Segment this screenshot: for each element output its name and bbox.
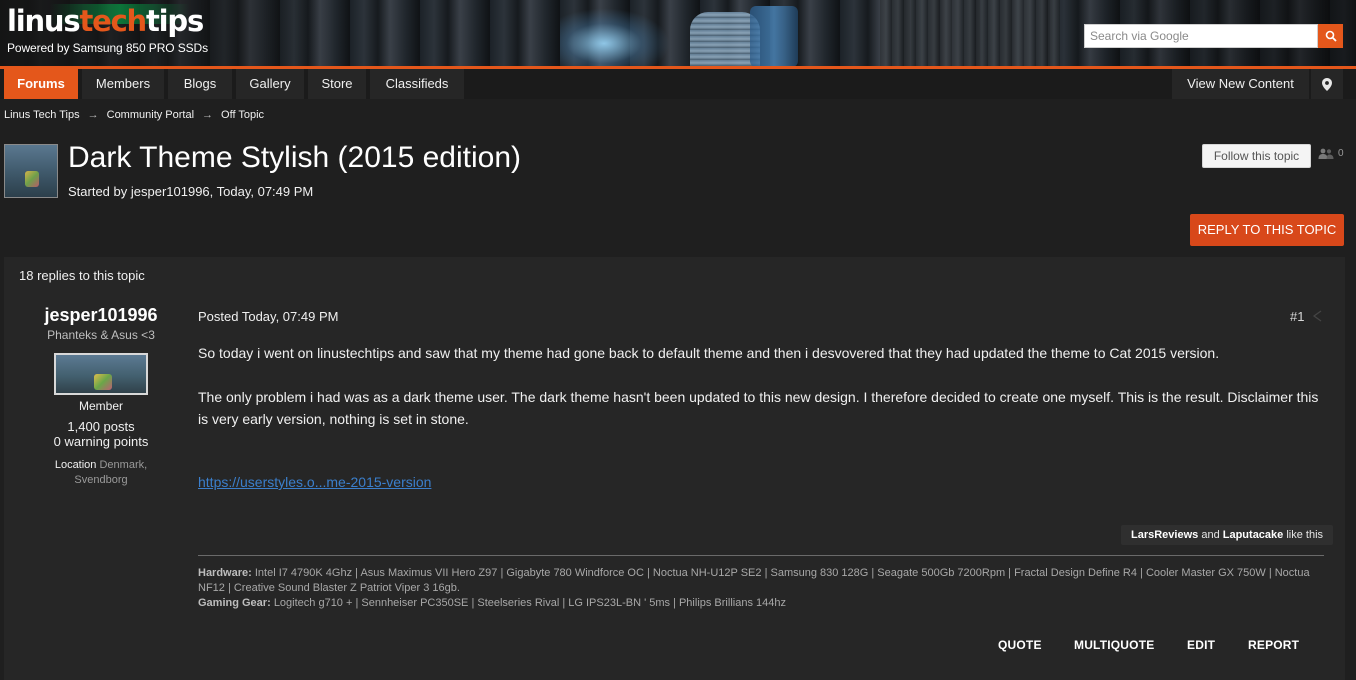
signature: Hardware: Intel I7 4790K 4Ghz | Asus Max… [198,566,1324,611]
liker-link[interactable]: LarsReviews [1131,529,1198,541]
breadcrumb-item[interactable]: Linus Tech Tips [4,109,80,121]
breadcrumb-separator: → [202,109,214,121]
banner-decoration [880,0,1060,67]
logo-text-accent: tech [79,4,147,38]
post-author-title: Phanteks & Asus <3 [47,328,155,342]
site-tagline: Powered by Samsung 850 PRO SSDs [7,41,208,55]
location-label: Location [54,459,97,471]
likes-bar: LarsReviews and Laputacake like this [1121,525,1334,545]
quote-button[interactable]: QUOTE [998,638,1042,652]
reply-to-topic-button[interactable]: REPLY TO THIS TOPIC [1190,214,1344,246]
topic-starter-avatar[interactable] [4,144,58,198]
breadcrumb-separator: → [87,109,99,121]
breadcrumb-item[interactable]: Community Portal [107,109,194,121]
search-button[interactable] [1318,24,1343,48]
banner-decoration [560,8,670,67]
logo-text-1: linus [7,4,81,38]
map-marker-icon [1322,77,1332,91]
search-icon [1325,30,1337,42]
post-number-link[interactable]: #1 [1290,309,1304,324]
post-author-name[interactable]: jesper101996 [4,305,198,326]
post-author-warnings: 0 warning points [53,434,149,449]
share-button[interactable] [1311,309,1323,328]
share-icon [1312,310,1322,322]
site-logo[interactable]: linustechtips [7,4,204,38]
nav-forums[interactable]: Forums [4,69,78,99]
followers-count[interactable]: 0 [1318,148,1344,159]
topic-meta: Started by jesper101996, Today, 07:49 PM [68,184,314,199]
post-paragraph: The only problem i had was as a dark the… [198,389,1319,427]
post-author-avatar[interactable] [54,353,148,395]
signature-gaming-label: Gaming Gear: [198,597,271,609]
liker-link[interactable]: Laputacake [1223,529,1284,541]
post-author-location: Location Denmark, Svendborg [44,458,158,488]
post-author-post-count: 1,400 posts [67,419,135,434]
banner-decoration [750,6,798,67]
post-date: Posted Today, 07:49 PM [198,309,339,324]
post-paragraph: So today i went on linustechtips and saw… [198,345,1220,361]
users-icon [1318,148,1334,159]
likes-suffix: like this [1286,529,1324,541]
view-new-content-link[interactable]: View New Content [1172,69,1309,99]
logo-text-2: tips [146,4,204,38]
signature-divider [198,555,1324,556]
nav-store[interactable]: Store [308,69,366,99]
breadcrumb: Linus Tech Tips → Community Portal → Off Top… [4,109,264,121]
signature-hardware-label: Hardware: [198,567,252,579]
nav-members[interactable]: Members [82,69,164,99]
report-button[interactable]: REPORT [1248,638,1299,652]
nav-classifieds[interactable]: Classifieds [370,69,464,99]
avatar-figure [94,374,112,390]
nav-blogs[interactable]: Blogs [168,69,232,99]
search-field[interactable] [1084,24,1318,48]
page-title: Dark Theme Stylish (2015 edition) [68,141,521,174]
post-author-group: Member [78,399,123,413]
edit-button[interactable]: EDIT [1187,638,1215,652]
follow-topic-button[interactable]: Follow this topic [1202,144,1311,168]
main-nav: Forums Members Blogs Gallery Store Class… [0,69,1356,99]
replies-count: 18 replies to this topic [19,268,145,283]
multiquote-button[interactable]: MULTIQUOTE [1074,638,1154,652]
breadcrumb-item[interactable]: Off Topic [221,109,264,121]
followers-number: 0 [1338,148,1344,159]
avatar-figure [25,171,39,187]
userstyles-link[interactable]: https://userstyles.o...me-2015-version [198,474,431,490]
signature-gaming: Logitech g710 + | Sennheiser PC350SE | S… [273,597,786,609]
search-input[interactable] [1085,25,1317,47]
signature-hardware: Intel I7 4790K 4Ghz | Asus Maximus VII H… [198,567,1310,594]
likes-conjunction: and [1201,529,1220,541]
location-button[interactable] [1311,69,1343,99]
post-body: So today i went on linustechtips and saw… [198,342,1328,452]
nav-gallery[interactable]: Gallery [236,69,304,99]
